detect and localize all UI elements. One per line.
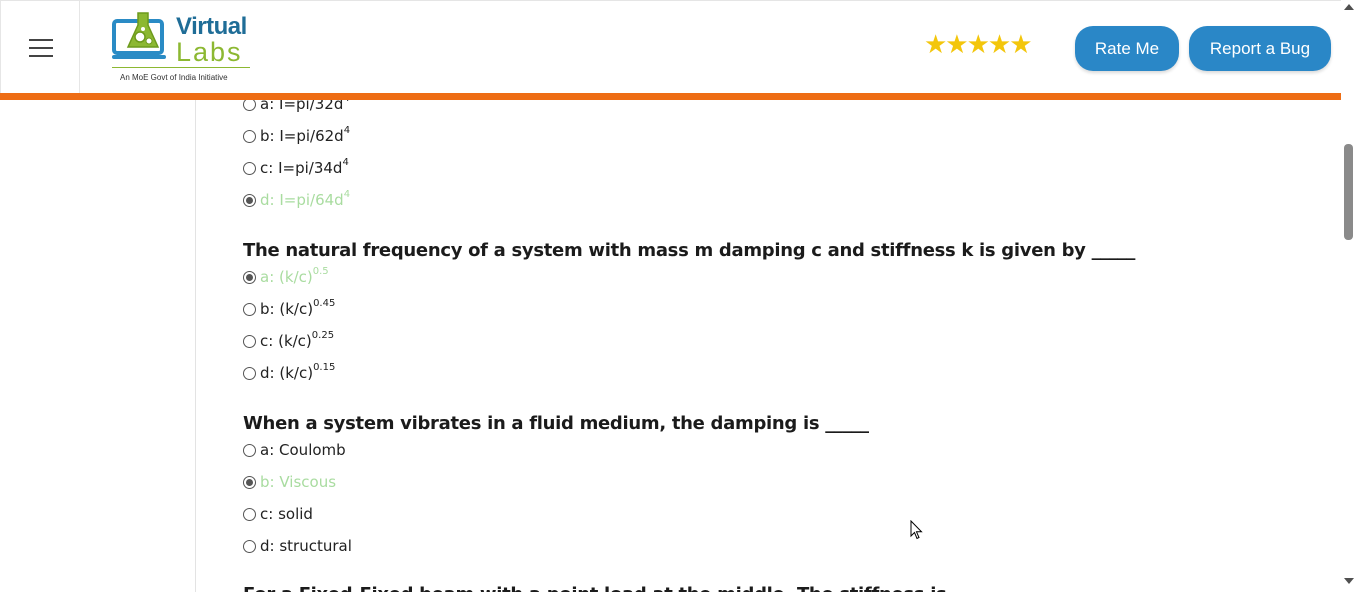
quiz-option-correct[interactable]: a: (k/c)0.5 xyxy=(243,266,329,287)
option-text: b: Viscous xyxy=(260,473,337,491)
option-text: d: (k/c)0.15 xyxy=(260,362,336,382)
logo-text-labs: Labs xyxy=(176,37,243,67)
radio-button[interactable] xyxy=(243,129,256,143)
option-text: c: I=pi/34d4 xyxy=(260,157,349,177)
radio-button[interactable] xyxy=(243,334,256,348)
radio-button[interactable] xyxy=(243,302,256,316)
header-accent-bar xyxy=(0,93,1341,100)
hamburger-line xyxy=(29,39,53,41)
quiz-option[interactable]: b: (k/c)0.45 xyxy=(243,298,336,319)
quiz-content: a: I=pi/32d4 b: I=pi/62d4 c: I=pi/34d4 d… xyxy=(196,100,1341,592)
quiz-option[interactable]: c: solid xyxy=(243,504,313,524)
radio-button[interactable] xyxy=(243,366,256,380)
quiz-option[interactable]: d: (k/c)0.15 xyxy=(243,362,336,383)
radio-button[interactable] xyxy=(243,100,256,111)
quiz-option-correct[interactable]: b: Viscous xyxy=(243,472,336,492)
quiz-option[interactable]: a: Coulomb xyxy=(243,440,346,460)
hamburger-line xyxy=(29,55,53,57)
quiz-option[interactable]: c: (k/c)0.25 xyxy=(243,330,335,351)
option-text: b: I=pi/62d4 xyxy=(260,125,351,145)
option-text: a: I=pi/32d4 xyxy=(260,100,350,113)
quiz-option-correct[interactable]: d: I=pi/64d4 xyxy=(243,189,351,210)
option-text: d: I=pi/64d4 xyxy=(260,189,351,209)
radio-button-selected[interactable] xyxy=(243,193,256,207)
question-text: For a Fixed-Fixed beam with a point load… xyxy=(243,584,988,592)
hamburger-line xyxy=(29,47,53,49)
radio-button[interactable] xyxy=(243,443,256,457)
rate-me-button[interactable]: Rate Me xyxy=(1075,26,1179,71)
virtual-labs-logo[interactable]: Virtual Labs An MoE Govt of India Initia… xyxy=(108,7,258,87)
option-text: b: (k/c)0.45 xyxy=(260,298,336,318)
radio-button[interactable] xyxy=(243,507,256,521)
scrollbar-thumb[interactable] xyxy=(1344,144,1353,240)
logo-divider xyxy=(112,67,250,68)
question-text: The natural frequency of a system with m… xyxy=(243,240,1136,261)
quiz-option[interactable]: a: I=pi/32d4 xyxy=(243,100,350,114)
site-header: Virtual Labs An MoE Govt of India Initia… xyxy=(0,0,1341,94)
question-text: When a system vibrates in a fluid medium… xyxy=(243,413,869,434)
mouse-pointer-icon xyxy=(910,520,923,540)
option-text: a: Coulomb xyxy=(260,441,346,459)
star-rating[interactable]: ★★★★★ xyxy=(924,31,1033,59)
scroll-down-arrow-icon[interactable] xyxy=(1344,578,1354,584)
option-text: c: (k/c)0.25 xyxy=(260,330,335,350)
radio-button[interactable] xyxy=(243,539,256,553)
option-text: d: structural xyxy=(260,537,352,555)
option-text: a: (k/c)0.5 xyxy=(260,266,329,286)
logo-tagline: An MoE Govt of India Initiative xyxy=(120,73,228,82)
page-scrollbar[interactable] xyxy=(1341,0,1358,592)
quiz-option[interactable]: c: I=pi/34d4 xyxy=(243,157,349,178)
flask-monitor-logo-icon xyxy=(112,12,166,59)
report-bug-button[interactable]: Report a Bug xyxy=(1189,26,1331,71)
radio-button-selected[interactable] xyxy=(243,270,256,284)
scroll-up-arrow-icon[interactable] xyxy=(1344,4,1354,10)
quiz-option[interactable]: b: I=pi/62d4 xyxy=(243,125,351,146)
radio-button[interactable] xyxy=(243,161,256,175)
menu-hamburger-icon[interactable] xyxy=(0,1,80,94)
option-text: c: solid xyxy=(260,505,313,523)
quiz-option[interactable]: d: structural xyxy=(243,536,352,556)
radio-button-selected[interactable] xyxy=(243,475,256,489)
